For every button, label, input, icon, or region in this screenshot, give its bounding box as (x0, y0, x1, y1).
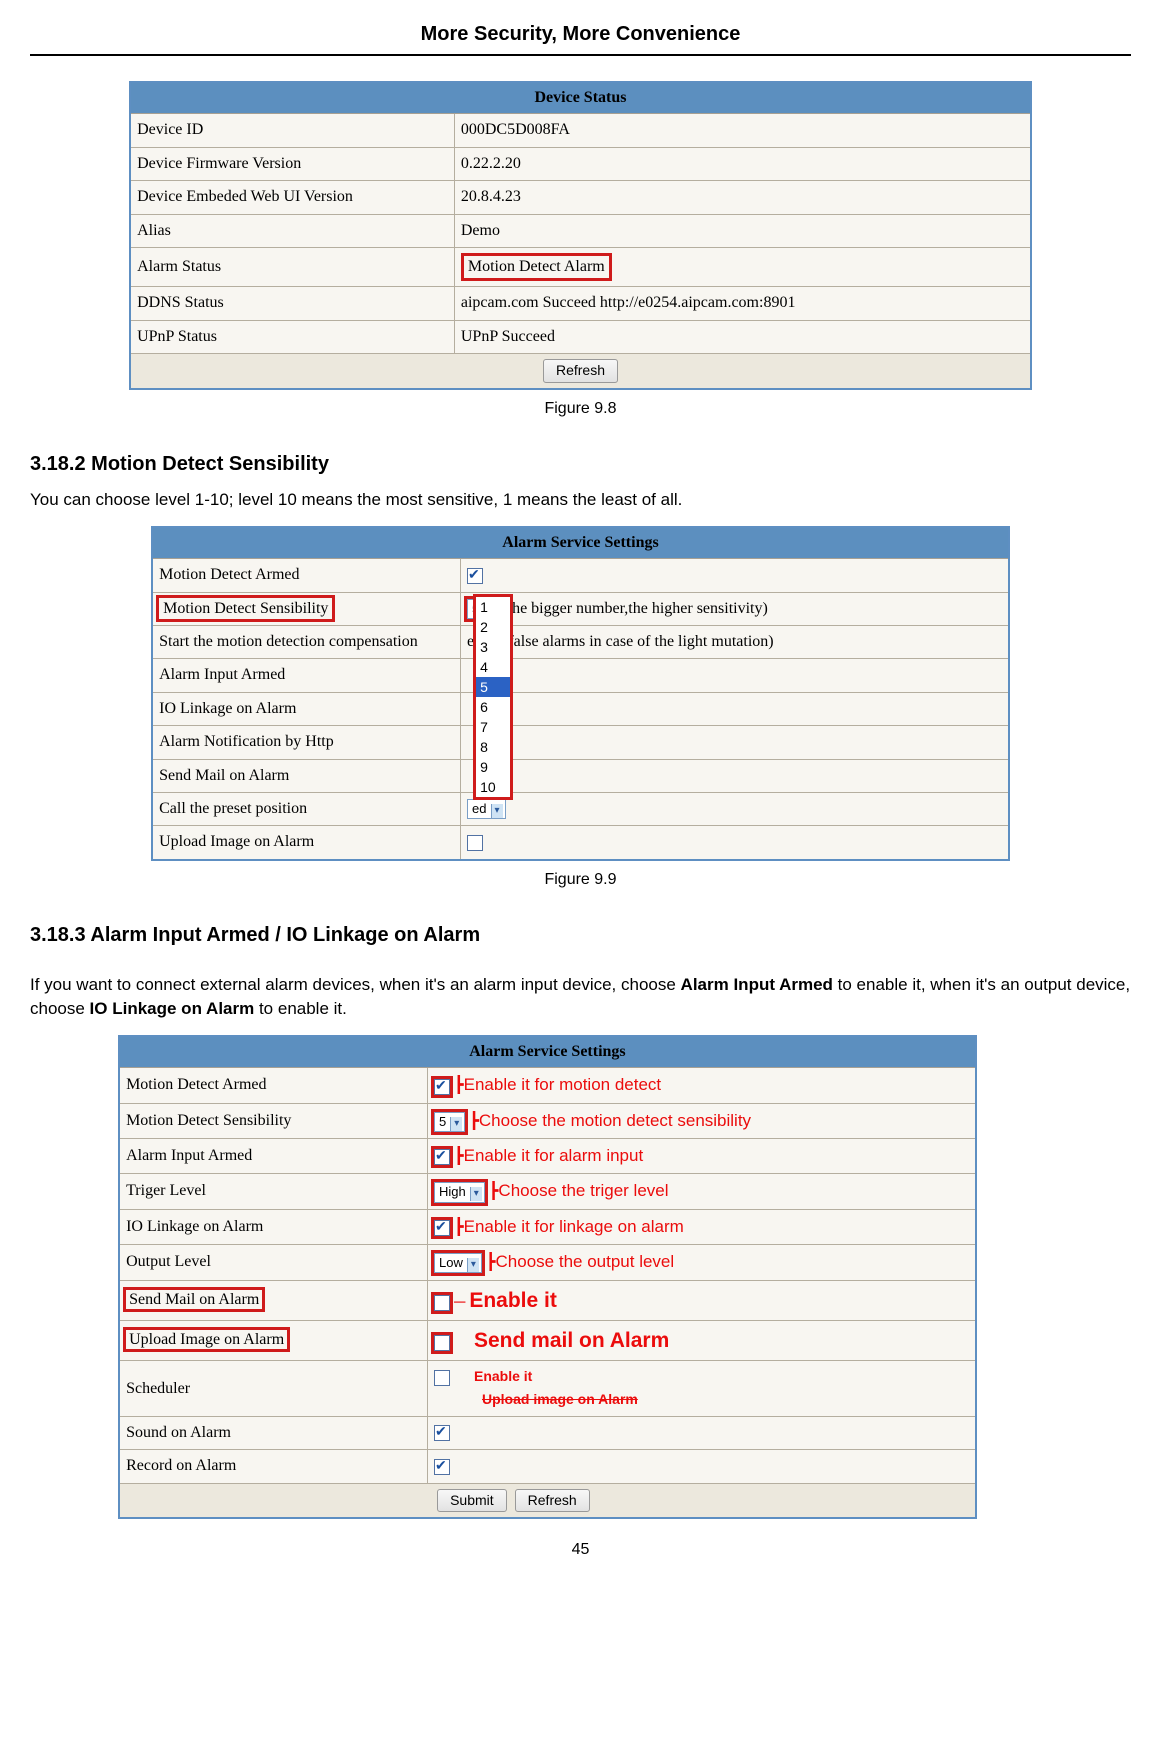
checkbox[interactable] (434, 1459, 450, 1475)
option[interactable]: 1 (476, 597, 510, 617)
checkbox[interactable] (434, 1335, 450, 1351)
row-label: Start the motion detection compensation (152, 626, 460, 659)
row-label: IO Linkage on Alarm (119, 1209, 427, 1244)
section-body: You can choose level 1-10; level 10 mean… (30, 488, 1131, 512)
row-label: Motion Detect Armed (119, 1068, 427, 1103)
annotation: Send mail on Alarm (474, 1329, 669, 1352)
row-value: 000DC5D008FA (454, 114, 1031, 147)
option[interactable]: 4 (476, 657, 510, 677)
row-label: Motion Detect Sensibility (119, 1103, 427, 1138)
annotation: Choose the motion detect sensibility (479, 1111, 751, 1130)
row-label: Alias (130, 214, 454, 247)
figure-caption: Figure 9.8 (30, 398, 1131, 420)
select[interactable]: High▾ (434, 1182, 485, 1202)
checkbox[interactable] (434, 1425, 450, 1441)
row-label: Upload Image on Alarm (152, 826, 460, 860)
option[interactable]: 3 (476, 637, 510, 657)
sensibility-dropdown[interactable]: 1 2 3 4 5 6 7 8 9 10 (473, 594, 513, 800)
chevron-down-icon: ▾ (491, 804, 503, 818)
checkbox[interactable] (434, 1149, 450, 1165)
option[interactable]: 8 (476, 737, 510, 757)
option[interactable]: 9 (476, 757, 510, 777)
checkbox[interactable] (467, 835, 483, 851)
row-label: Upload Image on Alarm (119, 1320, 427, 1360)
alarm-settings-table-1: Alarm Service Settings Motion Detect Arm… (151, 526, 1010, 861)
row-label: Alarm Input Armed (152, 659, 460, 692)
row-label: Alarm Status (130, 247, 454, 286)
table-title: Alarm Service Settings (152, 527, 1009, 559)
row-label: Call the preset position (152, 793, 460, 826)
annotation: Upload image on Alarm (482, 1391, 638, 1407)
row-label: Output Level (119, 1245, 427, 1280)
page-number: 45 (30, 1539, 1131, 1561)
row-label: Motion Detect Sensibility (152, 592, 460, 625)
annotation: Enable it (474, 1368, 532, 1384)
row-label: IO Linkage on Alarm (152, 692, 460, 725)
select[interactable]: Low▾ (434, 1253, 482, 1273)
chevron-down-icon: ▾ (470, 1187, 482, 1201)
row-label: Scheduler (119, 1361, 427, 1417)
table-title: Device Status (130, 82, 1031, 114)
row-label: Alarm Input Armed (119, 1138, 427, 1173)
refresh-button[interactable]: Refresh (543, 359, 618, 383)
device-status-table: Device Status Device ID000DC5D008FA Devi… (129, 81, 1032, 390)
checkbox[interactable] (434, 1079, 450, 1095)
row-label: Send Mail on Alarm (119, 1280, 427, 1320)
row-value: aipcam.com Succeed http://e0254.aipcam.c… (454, 287, 1031, 320)
row-value: Demo (454, 214, 1031, 247)
section-body: If you want to connect external alarm de… (30, 973, 1131, 1021)
preset-select[interactable]: ed▾ (467, 799, 506, 819)
annotation: Enable it (469, 1289, 557, 1312)
chevron-down-icon: ▾ (450, 1117, 462, 1131)
annotation: Choose the output level (496, 1252, 675, 1271)
row-value: 0.22.2.20 (454, 147, 1031, 180)
figure-caption: Figure 9.9 (30, 869, 1131, 891)
row-label: Sound on Alarm (119, 1417, 427, 1450)
checkbox[interactable] (434, 1295, 450, 1311)
submit-button[interactable]: Submit (437, 1489, 507, 1513)
option[interactable]: 7 (476, 717, 510, 737)
checkbox[interactable] (434, 1220, 450, 1236)
row-label: Alarm Notification by Http (152, 726, 460, 759)
option[interactable]: 2 (476, 617, 510, 637)
table-title: Alarm Service Settings (119, 1036, 976, 1068)
annotation: Choose the triger level (498, 1181, 668, 1200)
select[interactable]: 5▾ (434, 1112, 465, 1132)
option[interactable]: 10 (476, 777, 510, 797)
page-header: More Security, More Convenience (30, 20, 1131, 56)
row-label: Send Mail on Alarm (152, 759, 460, 792)
row-label: Device Firmware Version (130, 147, 454, 180)
row-label: Record on Alarm (119, 1450, 427, 1483)
section-heading: 3.18.3 Alarm Input Armed / IO Linkage on… (30, 921, 1131, 949)
alarm-settings-table-2: Alarm Service Settings Motion Detect Arm… (118, 1035, 977, 1520)
row-label: UPnP Status (130, 320, 454, 353)
option-selected[interactable]: 5 (476, 677, 510, 697)
annotation: Enable it for linkage on alarm (464, 1217, 684, 1236)
row-value: Motion Detect Alarm (454, 247, 1031, 286)
chevron-down-icon: ▾ (467, 1258, 479, 1272)
row-label: Device Embeded Web UI Version (130, 181, 454, 214)
row-value: 20.8.4.23 (454, 181, 1031, 214)
checkbox[interactable] (434, 1370, 450, 1386)
row-value: UPnP Succeed (454, 320, 1031, 353)
annotation: Enable it for alarm input (464, 1146, 644, 1165)
note: (the bigger number,the higher sensitivit… (502, 600, 768, 617)
refresh-button[interactable]: Refresh (515, 1489, 590, 1513)
row-label: DDNS Status (130, 287, 454, 320)
section-heading: 3.18.2 Motion Detect Sensibility (30, 450, 1131, 478)
row-label: Device ID (130, 114, 454, 147)
checkbox[interactable] (467, 568, 483, 584)
row-label: Motion Detect Armed (152, 559, 460, 592)
option[interactable]: 6 (476, 697, 510, 717)
annotation: Enable it for motion detect (464, 1075, 662, 1094)
row-label: Triger Level (119, 1174, 427, 1209)
